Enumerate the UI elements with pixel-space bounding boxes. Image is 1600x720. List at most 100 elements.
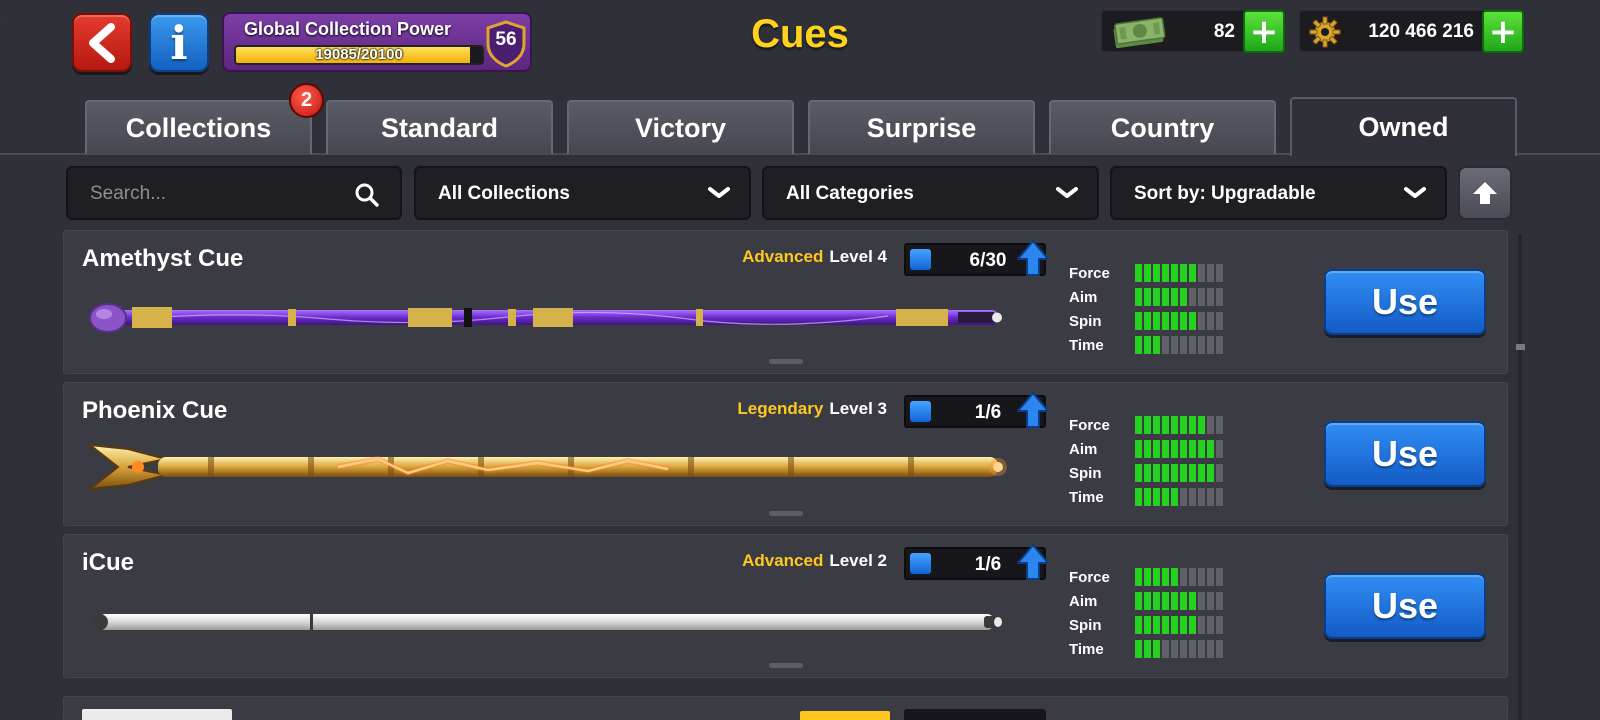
stat-bar-segment [1162, 288, 1169, 306]
stat-spin-bar [1135, 312, 1223, 330]
stat-bar-segment [1162, 640, 1169, 658]
stat-bar-segment [1198, 440, 1205, 458]
cue-card[interactable]: Amethyst Cue Advanced Level 4 6/30 Force… [63, 230, 1508, 374]
stat-bar-segment [1207, 264, 1214, 282]
stat-bar-segment [1171, 312, 1178, 330]
arrow-up-icon [1473, 182, 1497, 204]
expand-handle[interactable] [769, 359, 803, 364]
tab-standard[interactable]: Standard [326, 100, 553, 154]
cue-stats: Force Aim Spin Time [1069, 261, 1223, 357]
stat-time: Time [1069, 333, 1223, 357]
use-cue-button[interactable]: Use [1324, 269, 1486, 335]
stat-bar-segment [1162, 416, 1169, 434]
upgrade-arrow-icon[interactable] [1016, 543, 1050, 583]
cue-stats: Force Aim Spin Time [1069, 413, 1223, 509]
coins-gear-icon [1309, 16, 1341, 48]
stat-bar-segment [1144, 488, 1151, 506]
stat-bar-segment [1135, 592, 1142, 610]
use-cue-button[interactable]: Use [1324, 573, 1486, 639]
stat-bar-segment [1198, 616, 1205, 634]
stat-bar-segment [1153, 440, 1160, 458]
stat-bar-segment [1144, 616, 1151, 634]
collections-dropdown[interactable]: All Collections [414, 166, 751, 220]
tab-owned[interactable]: Owned [1290, 97, 1517, 156]
add-coins-button[interactable]: + [1482, 10, 1524, 53]
cue-name: iCue [82, 549, 135, 576]
stat-bar-segment [1135, 440, 1142, 458]
cue-rarity: Advanced [742, 551, 824, 570]
stat-bar-segment [1153, 592, 1160, 610]
cue-card[interactable]: Phoenix Cue Legendary Level 3 1/6 Force … [63, 382, 1508, 526]
stat-bar-segment [1153, 416, 1160, 434]
tab-victory[interactable]: Victory [567, 100, 794, 154]
stat-bar-segment [1171, 264, 1178, 282]
search-icon [355, 183, 379, 207]
stat-bar-segment [1189, 592, 1196, 610]
use-cue-button[interactable]: Use [1324, 421, 1486, 487]
stat-bar-segment [1180, 312, 1187, 330]
stat-time-bar [1135, 336, 1223, 354]
stat-bar-segment [1198, 568, 1205, 586]
stat-force: Force [1069, 565, 1223, 589]
sort-dropdown-value: Sort by: Upgradable [1134, 183, 1316, 204]
stat-bar-segment [1135, 264, 1142, 282]
search-input[interactable]: Search... [66, 166, 402, 220]
stat-aim-label: Aim [1069, 288, 1098, 306]
sort-dropdown[interactable]: Sort by: Upgradable [1110, 166, 1447, 220]
cue-tier: Advanced Level 4 [742, 247, 887, 267]
stat-bar-segment [1144, 264, 1151, 282]
stat-bar-segment [1207, 568, 1214, 586]
stat-bar-segment [1198, 464, 1205, 482]
cue-rarity: Legendary [737, 399, 824, 418]
collection-power-max: 20100 [361, 46, 403, 63]
stat-bar-segment [1216, 488, 1223, 506]
back-button[interactable] [72, 13, 132, 72]
decorative-arc [0, 20, 20, 160]
coins-counter: 120 466 216 + [1299, 10, 1525, 53]
sort-direction-button[interactable] [1458, 166, 1512, 220]
stat-bar-segment [1171, 336, 1178, 354]
stat-bar-segment [1153, 288, 1160, 306]
stat-bar-segment [1180, 464, 1187, 482]
expand-handle[interactable] [769, 511, 803, 516]
stat-bar-segment [1144, 288, 1151, 306]
stat-bar-segment [1216, 464, 1223, 482]
scrollbar-thumb[interactable] [1516, 344, 1525, 350]
stat-aim-label: Aim [1069, 592, 1098, 610]
global-collection-power[interactable]: Global Collection Power 19085/20100 56 [222, 12, 532, 72]
stat-time-label: Time [1069, 488, 1104, 506]
categories-dropdown[interactable]: All Categories [762, 166, 1099, 220]
stat-bar-segment [1189, 464, 1196, 482]
upgrade-arrow-icon[interactable] [1016, 239, 1050, 279]
tab-surprise[interactable]: Surprise [808, 100, 1035, 154]
stat-bar-segment [1180, 336, 1187, 354]
scrollbar-track[interactable] [1518, 234, 1522, 720]
stat-bar-segment [1180, 264, 1187, 282]
stat-bar-segment [1153, 336, 1160, 354]
collection-power-level: 56 [495, 29, 517, 50]
stat-bar-segment [1162, 592, 1169, 610]
stat-bar-segment [1135, 416, 1142, 434]
stat-bar-segment [1198, 416, 1205, 434]
stat-force-label: Force [1069, 416, 1110, 434]
stat-bar-segment [1171, 464, 1178, 482]
stat-spin-label: Spin [1069, 312, 1102, 330]
stat-bar-segment [1180, 640, 1187, 658]
upgrade-arrow-icon[interactable] [1016, 391, 1050, 431]
cue-card[interactable]: iCue Advanced Level 2 1/6 Force Aim Spin … [63, 534, 1508, 678]
stat-bar-segment [1144, 464, 1151, 482]
stat-bar-segment [1180, 592, 1187, 610]
info-button[interactable]: i [149, 13, 209, 72]
add-cash-button[interactable]: + [1243, 10, 1285, 53]
info-icon: i [170, 15, 188, 70]
tab-collections[interactable]: Collections [85, 100, 312, 154]
cue-card-partial [63, 696, 1508, 720]
tab-country[interactable]: Country [1049, 100, 1276, 154]
chevron-down-icon [708, 187, 730, 198]
stat-bar-segment [1162, 464, 1169, 482]
expand-handle[interactable] [769, 663, 803, 668]
stat-time-bar [1135, 488, 1223, 506]
stat-bar-segment [1144, 312, 1151, 330]
stat-bar-segment [1135, 336, 1142, 354]
stat-bar-segment [1153, 464, 1160, 482]
